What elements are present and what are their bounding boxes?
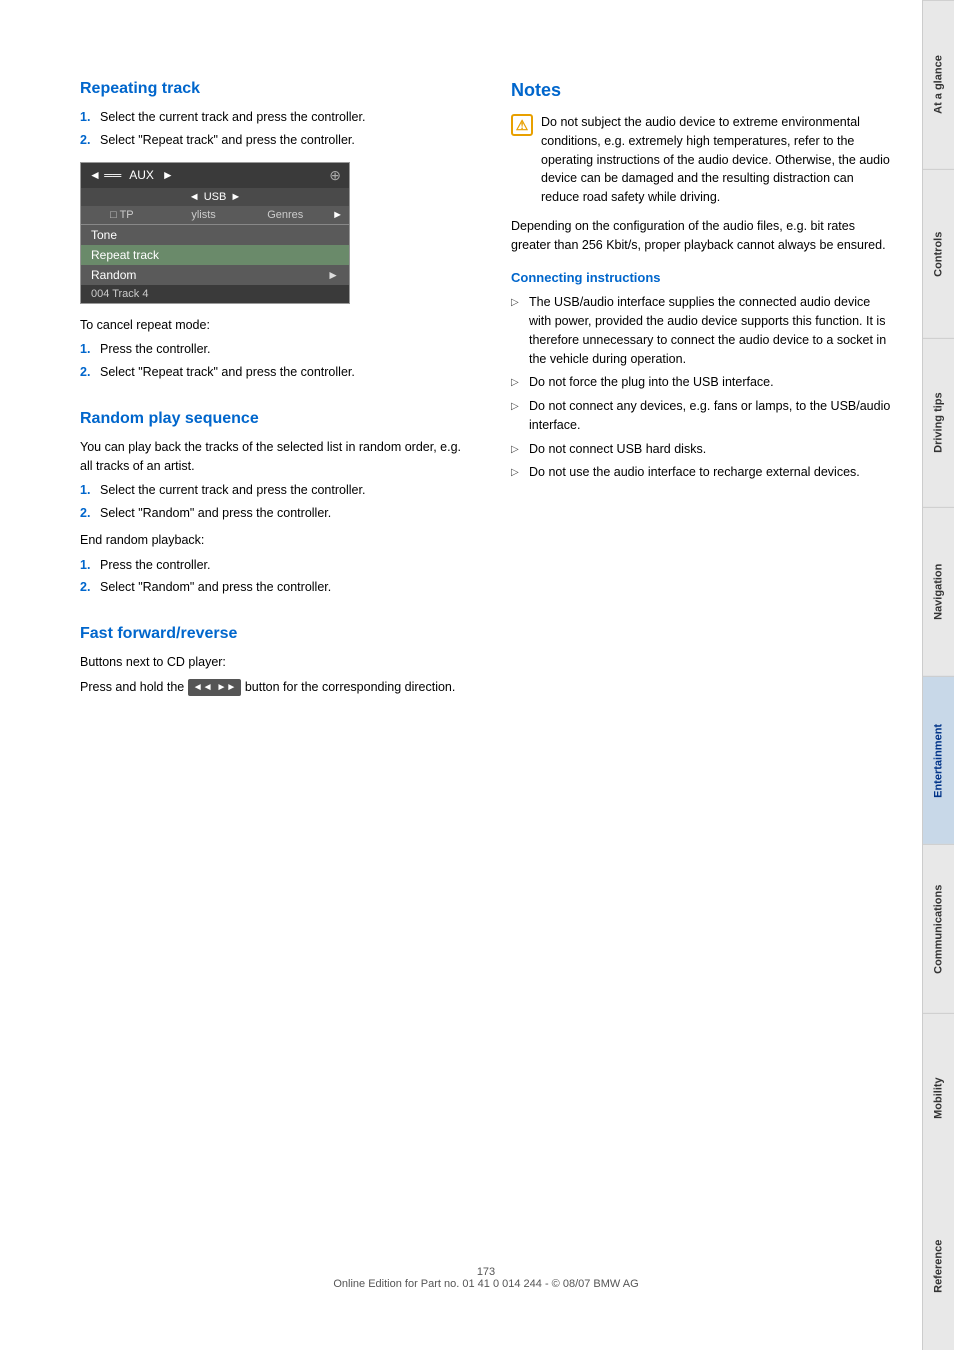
step-number: 1. — [80, 481, 90, 500]
step-text: Press the controller. — [100, 342, 210, 356]
repeating-track-title: Repeating track — [80, 80, 461, 98]
menu-arrow: ► — [327, 268, 339, 282]
tab-ylists: ylists — [163, 206, 245, 224]
step-text: Select "Random" and press the controller… — [100, 506, 331, 520]
bullet-text: Do not connect any devices, e.g. fans or… — [529, 399, 890, 432]
sidebar: At a glance Controls Driving tips Naviga… — [922, 0, 954, 1350]
header-left-arrow: ◄ ══ — [89, 168, 121, 182]
step-text: Select the current track and press the c… — [100, 483, 365, 497]
connecting-instructions-title: Connecting instructions — [511, 270, 892, 285]
fast-forward-instruction: Press and hold the ◄◄ ►► button for the … — [80, 678, 461, 697]
step-number: 1. — [80, 556, 90, 575]
ui-screen-sub: ◄ USB ► — [81, 188, 349, 206]
ff-button-icon2: ►► — [217, 680, 237, 695]
step-number: 2. — [80, 504, 90, 523]
bullet-text: Do not force the plug into the USB inter… — [529, 375, 774, 389]
ui-screen-tabs: □ TP ylists Genres ► — [81, 206, 349, 225]
bullet-text: Do not connect USB hard disks. — [529, 442, 706, 456]
step-item: 1. Select the current track and press th… — [80, 108, 461, 127]
sidebar-tab-navigation[interactable]: Navigation — [923, 507, 954, 676]
fast-forward-title: Fast forward/reverse — [80, 625, 461, 643]
step-item: 1. Select the current track and press th… — [80, 481, 461, 500]
bullet-text: The USB/audio interface supplies the con… — [529, 295, 886, 365]
sub-center: USB — [204, 191, 227, 203]
menu-label: Repeat track — [91, 248, 159, 262]
repeating-track-steps: 1. Select the current track and press th… — [80, 108, 461, 150]
bullet-item: Do not force the plug into the USB inter… — [511, 373, 892, 392]
random-play-steps: 1. Select the current track and press th… — [80, 481, 461, 523]
sidebar-tab-at-a-glance[interactable]: At a glance — [923, 0, 954, 169]
ui-screen: ◄ ══ AUX ► ⊕ ◄ USB ► □ TP ylists Genres — [80, 162, 350, 304]
ui-screen-header: ◄ ══ AUX ► ⊕ — [81, 163, 349, 188]
menu-item-random: Random ► — [81, 265, 349, 285]
step-number: 1. — [80, 340, 90, 359]
bullet-item: The USB/audio interface supplies the con… — [511, 293, 892, 368]
menu-label: Random — [91, 268, 136, 282]
instruction-end: button for the corresponding direction. — [245, 680, 456, 694]
end-random-label: End random playback: — [80, 531, 461, 550]
tab-arrow: ► — [326, 206, 349, 224]
step-text: Press the controller. — [100, 558, 210, 572]
page-footer: 173 Online Edition for Part no. 01 41 0 … — [80, 1266, 892, 1310]
notes-title: Notes — [511, 80, 892, 101]
warning-text: Do not subject the audio device to extre… — [541, 113, 892, 207]
header-icon: ⊕ — [329, 167, 341, 184]
warning-box: ⚠ Do not subject the audio device to ext… — [511, 113, 892, 207]
right-column: Notes ⚠ Do not subject the audio device … — [501, 80, 892, 1226]
step-text: Select the current track and press the c… — [100, 110, 365, 124]
step-item: 2. Select "Repeat track" and press the c… — [80, 131, 461, 150]
step-item: 2. Select "Repeat track" and press the c… — [80, 363, 461, 382]
track-bar: 004 Track 4 — [81, 285, 349, 303]
sub-right-arrow: ► — [230, 191, 241, 203]
cancel-repeat-label: To cancel repeat mode: — [80, 316, 461, 335]
step-item: 2. Select "Random" and press the control… — [80, 578, 461, 597]
random-play-section: Random play sequence You can play back t… — [80, 410, 461, 597]
step-text: Select "Random" and press the controller… — [100, 580, 331, 594]
footer-text: Online Edition for Part no. 01 41 0 014 … — [333, 1278, 638, 1290]
header-right-arrow: ► — [162, 168, 174, 182]
warning-icon: ⚠ — [511, 114, 533, 136]
step-number: 1. — [80, 108, 90, 127]
page-number: 173 — [477, 1266, 495, 1278]
tab-genres: Genres — [244, 206, 326, 224]
step-text: Select "Repeat track" and press the cont… — [100, 365, 355, 379]
step-number: 2. — [80, 578, 90, 597]
bullet-item: Do not connect USB hard disks. — [511, 440, 892, 459]
sidebar-tab-controls[interactable]: Controls — [923, 169, 954, 338]
menu-item-tone: Tone — [81, 225, 349, 245]
step-item: 2. Select "Random" and press the control… — [80, 504, 461, 523]
sidebar-tab-entertainment[interactable]: Entertainment — [923, 676, 954, 845]
step-number: 2. — [80, 131, 90, 150]
step-item: 1. Press the controller. — [80, 556, 461, 575]
end-random-steps: 1. Press the controller. 2. Select "Rand… — [80, 556, 461, 598]
sidebar-tab-communications[interactable]: Communications — [923, 844, 954, 1013]
step-text: Select "Repeat track" and press the cont… — [100, 133, 355, 147]
sidebar-tab-mobility[interactable]: Mobility — [923, 1013, 954, 1182]
menu-item-repeat: Repeat track — [81, 245, 349, 265]
sidebar-tab-driving-tips[interactable]: Driving tips — [923, 338, 954, 507]
connecting-instructions-list: The USB/audio interface supplies the con… — [511, 293, 892, 482]
ff-button: ◄◄ ►► — [188, 679, 242, 696]
bullet-item: Do not use the audio interface to rechar… — [511, 463, 892, 482]
header-center: AUX — [129, 168, 154, 182]
sub-left-arrow: ◄ — [189, 191, 200, 203]
tab-tp: □ TP — [81, 206, 163, 224]
ff-button-icon: ◄◄ — [193, 680, 213, 695]
sidebar-tab-reference[interactable]: Reference — [923, 1182, 954, 1350]
bullet-item: Do not connect any devices, e.g. fans or… — [511, 397, 892, 435]
instruction-text: Press and hold the — [80, 680, 184, 694]
fast-forward-section: Fast forward/reverse Buttons next to CD … — [80, 625, 461, 697]
bullet-text: Do not use the audio interface to rechar… — [529, 465, 860, 479]
notes-para2: Depending on the configuration of the au… — [511, 217, 892, 255]
left-column: Repeating track 1. Select the current tr… — [80, 80, 471, 1226]
cancel-steps: 1. Press the controller. 2. Select "Repe… — [80, 340, 461, 382]
random-play-title: Random play sequence — [80, 410, 461, 428]
step-item: 1. Press the controller. — [80, 340, 461, 359]
step-number: 2. — [80, 363, 90, 382]
buttons-label: Buttons next to CD player: — [80, 653, 461, 672]
menu-label: Tone — [91, 228, 117, 242]
random-play-intro: You can play back the tracks of the sele… — [80, 438, 461, 476]
